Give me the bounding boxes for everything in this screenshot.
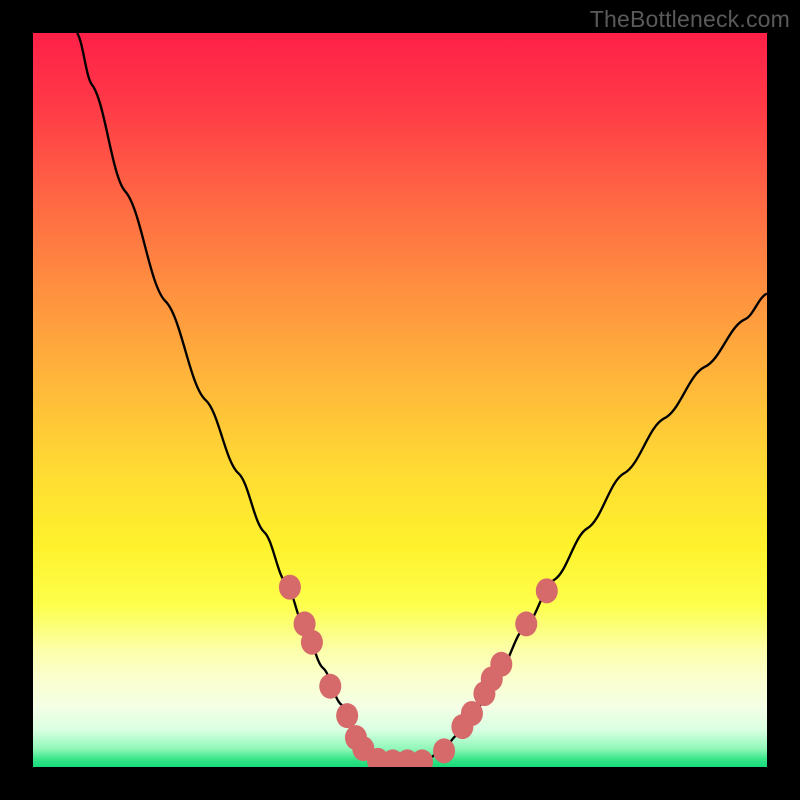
chart-frame: TheBottleneck.com — [0, 0, 800, 800]
plot-area — [33, 33, 767, 767]
marker-dot — [433, 738, 455, 763]
right-curve — [400, 294, 767, 763]
marker-dots-group — [279, 575, 558, 767]
chart-svg — [33, 33, 767, 767]
marker-dot — [536, 578, 558, 603]
marker-dot — [515, 611, 537, 636]
watermark-text: TheBottleneck.com — [590, 6, 790, 33]
left-curve — [77, 33, 400, 763]
marker-dot — [336, 703, 358, 728]
marker-dot — [279, 575, 301, 600]
marker-dot — [301, 630, 323, 655]
marker-dot — [490, 652, 512, 677]
marker-dot — [411, 749, 433, 767]
marker-dot — [319, 674, 341, 699]
curves-group — [77, 33, 767, 763]
